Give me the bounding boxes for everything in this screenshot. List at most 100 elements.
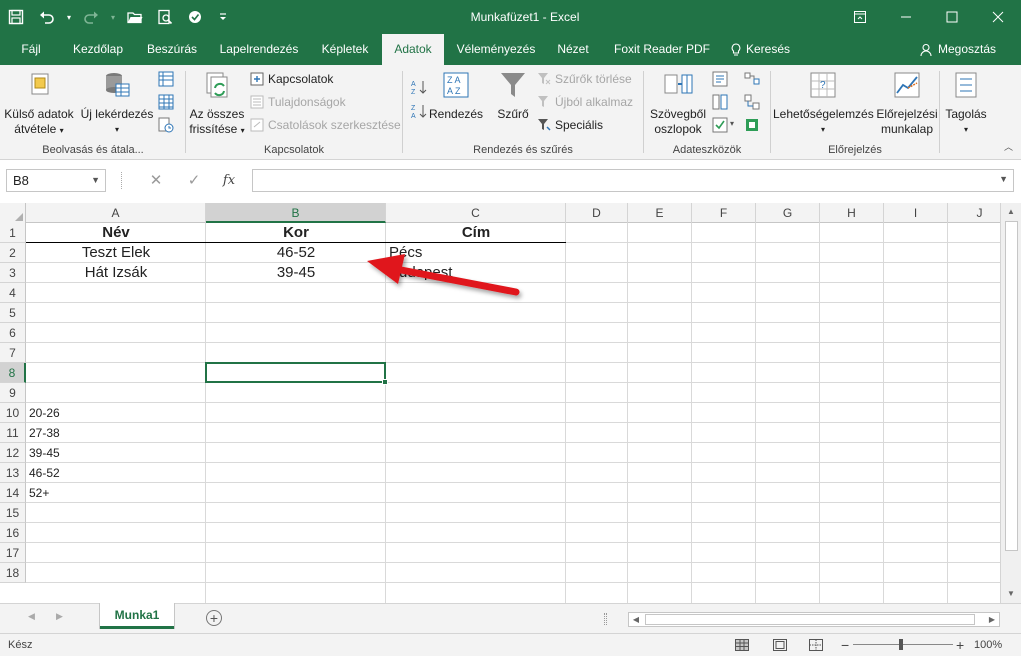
row-header-11[interactable]: 11 [0, 423, 26, 443]
new-query-button[interactable]: Új lekérdezés ▾ [80, 69, 154, 137]
outline-button[interactable]: Tagolás ▾ [942, 69, 990, 137]
scroll-right-icon[interactable]: ▶ [985, 613, 999, 626]
sheet-tab-munka1[interactable]: Munka1 [100, 603, 174, 629]
manage-data-model-icon[interactable] [744, 117, 760, 133]
vertical-scrollbar[interactable]: ▲ ▼ [1000, 203, 1021, 603]
tell-me-search[interactable]: Keresés [730, 34, 790, 65]
show-queries-icon[interactable] [158, 71, 174, 87]
zoom-in-button[interactable]: + [956, 634, 964, 656]
touch-mode-icon[interactable] [180, 0, 210, 34]
maximize-icon[interactable] [929, 0, 975, 34]
row-header-9[interactable]: 9 [0, 383, 26, 403]
flash-fill-icon[interactable] [712, 71, 728, 87]
data-validation-icon[interactable] [712, 117, 728, 133]
name-box[interactable]: B8 ▼ [6, 169, 106, 192]
cell-c2[interactable]: Pécs [389, 243, 422, 263]
zoom-slider-thumb[interactable] [899, 639, 903, 650]
worksheet-grid[interactable]: ABCDEFGHIJ Név Kor Cím Teszt Elek 46-52 Pécs H… [0, 203, 1000, 603]
cell-a11[interactable]: 27-38 [29, 423, 60, 443]
collapse-ribbon-icon[interactable]: ︿ [1004, 140, 1013, 153]
remove-duplicates-icon[interactable] [712, 94, 728, 110]
tab-split-handle[interactable] [604, 613, 607, 625]
enter-icon[interactable]: ✓ [180, 169, 208, 192]
consolidate-icon[interactable] [744, 71, 760, 87]
tab-view[interactable]: Nézet [550, 34, 596, 65]
open-folder-icon[interactable] [120, 0, 150, 34]
add-sheet-icon[interactable]: + [206, 610, 222, 626]
filter-button[interactable]: Szűrő [491, 69, 535, 122]
redo-icon[interactable] [76, 0, 106, 34]
refresh-all-button[interactable]: Az összes frissítése ▾ [188, 69, 246, 138]
properties-button[interactable]: Tulajdonságok [250, 92, 346, 112]
row-header-8[interactable]: 8 [0, 363, 26, 383]
row-header-5[interactable]: 5 [0, 303, 26, 323]
get-external-data-button[interactable]: Külső adatok átvétele ▾ [2, 69, 76, 138]
tab-foxit-reader-pdf[interactable]: Foxit Reader PDF [608, 34, 716, 65]
expand-formula-bar-icon[interactable]: ▼ [999, 174, 1008, 184]
tab-home[interactable]: Kezdőlap [66, 34, 130, 65]
relationships-icon[interactable] [744, 94, 760, 110]
column-header-j[interactable]: J [948, 203, 1000, 223]
zoom-slider-track[interactable] [853, 644, 953, 645]
share-button[interactable]: Megosztás [920, 34, 996, 65]
sort-button[interactable]: Z AA Z Rendezés [429, 69, 483, 122]
column-header-h[interactable]: H [820, 203, 884, 223]
sort-descending-icon[interactable]: ZA [411, 103, 427, 119]
formula-input[interactable]: ▼ [252, 169, 1014, 192]
ribbon-display-options-icon[interactable] [837, 0, 883, 34]
formula-bar-splitter[interactable] [121, 172, 123, 189]
row-header-16[interactable]: 16 [0, 523, 26, 543]
tab-file[interactable]: Fájl [10, 34, 52, 65]
fill-handle[interactable] [382, 379, 388, 385]
print-preview-icon[interactable] [150, 0, 180, 34]
page-break-preview-icon[interactable] [808, 637, 824, 653]
edit-links-button[interactable]: Csatolások szerkesztése [250, 115, 401, 135]
row-header-17[interactable]: 17 [0, 543, 26, 563]
insert-function-icon[interactable]: fx [215, 169, 243, 192]
scroll-left-icon[interactable]: ◀ [629, 613, 643, 626]
chevron-down-icon[interactable]: ▼ [91, 170, 100, 191]
cell-b3[interactable]: 39-45 [206, 263, 386, 283]
cell-a13[interactable]: 46-52 [29, 463, 60, 483]
redo-dropdown-icon[interactable]: ▾ [106, 0, 120, 34]
cell-a1[interactable]: Név [26, 223, 206, 243]
cell-c1[interactable]: Cím [386, 223, 566, 243]
tab-data[interactable]: Adatok [382, 34, 444, 65]
column-header-e[interactable]: E [628, 203, 692, 223]
recent-sources-icon[interactable] [158, 117, 174, 133]
advanced-filter-button[interactable]: Speciális [537, 115, 603, 135]
cell-a10[interactable]: 20-26 [29, 403, 60, 423]
tab-formulas[interactable]: Képletek [314, 34, 376, 65]
sheet-nav-prev-icon[interactable]: ◀ [28, 611, 35, 622]
row-header-14[interactable]: 14 [0, 483, 26, 503]
cancel-icon[interactable]: ✕ [142, 169, 170, 192]
select-all-corner[interactable] [0, 203, 26, 223]
row-header-4[interactable]: 4 [0, 283, 26, 303]
column-header-f[interactable]: F [692, 203, 756, 223]
tab-insert[interactable]: Beszúrás [141, 34, 203, 65]
save-icon[interactable] [0, 0, 32, 34]
horizontal-scrollbar[interactable]: ◀ ▶ [628, 612, 1000, 627]
clear-filter-button[interactable]: Szűrők törlése [537, 69, 632, 89]
scroll-up-icon[interactable]: ▲ [1004, 205, 1018, 219]
sheet-nav-next-icon[interactable]: ▶ [56, 611, 63, 622]
undo-icon[interactable] [32, 0, 62, 34]
column-header-i[interactable]: I [884, 203, 948, 223]
cell-a3[interactable]: Hát Izsák [26, 263, 206, 283]
row-header-10[interactable]: 10 [0, 403, 26, 423]
sort-ascending-icon[interactable]: AZ [411, 79, 427, 95]
cell-a12[interactable]: 39-45 [29, 443, 60, 463]
tab-page-layout[interactable]: Lapelrendezés [214, 34, 304, 65]
page-layout-view-icon[interactable] [772, 637, 788, 653]
row-header-15[interactable]: 15 [0, 503, 26, 523]
row-header-6[interactable]: 6 [0, 323, 26, 343]
column-header-d[interactable]: D [566, 203, 628, 223]
row-header-18[interactable]: 18 [0, 563, 26, 583]
cell-c3[interactable]: Budapest [389, 263, 452, 283]
normal-view-icon[interactable] [734, 637, 750, 653]
scroll-down-icon[interactable]: ▼ [1004, 587, 1018, 601]
row-header-2[interactable]: 2 [0, 243, 26, 263]
what-if-analysis-button[interactable]: ? Lehetőségelemzés ▾ [773, 69, 874, 137]
connections-button[interactable]: Kapcsolatok [250, 69, 333, 89]
from-table-icon[interactable] [158, 94, 174, 110]
